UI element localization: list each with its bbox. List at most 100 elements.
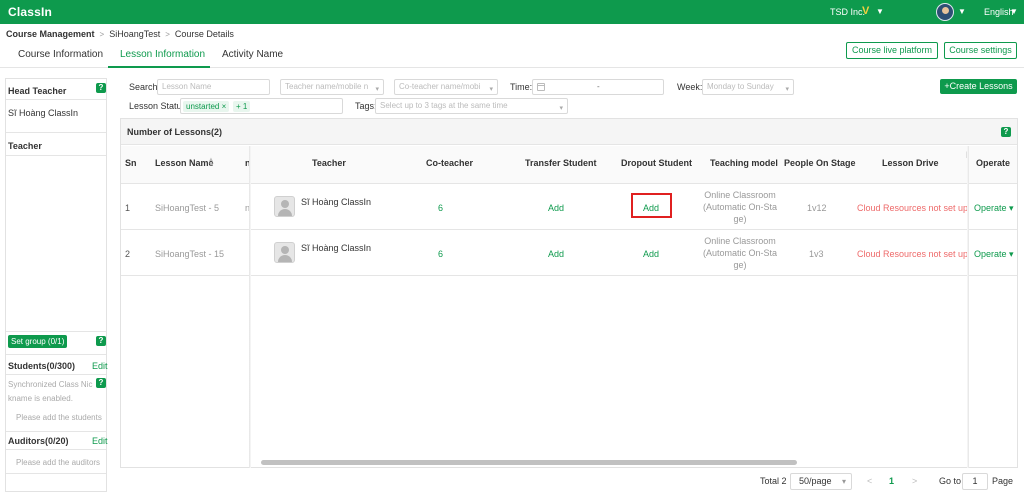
row-operate-dropdown[interactable]: Operate ▾	[974, 249, 1014, 260]
org-name[interactable]: TSD Inc.	[830, 7, 865, 17]
chevron-down-icon: ▾	[841, 477, 846, 486]
lesson-name-input[interactable]: Lesson Name	[157, 79, 270, 95]
dropout-add-highlight	[631, 193, 672, 218]
prev-page-button[interactable]: <	[867, 476, 872, 486]
edit-auditors-link[interactable]: Edit	[92, 436, 108, 446]
tab-activity-name[interactable]: Activity Name	[222, 49, 283, 60]
divider	[6, 354, 106, 355]
row-sn: 2	[125, 249, 131, 259]
org-caret-icon[interactable]: ▼	[876, 7, 884, 16]
edit-students-link[interactable]: Edit	[92, 361, 108, 371]
row-coteacher[interactable]: 6	[438, 203, 443, 213]
column-header-operate: Operate	[976, 158, 1011, 168]
row-teaching-model-line-3: ge)	[733, 214, 747, 224]
course-live-platform-button[interactable]: Course live platform	[846, 42, 938, 59]
breadcrumb-current: Course Details	[174, 29, 234, 39]
page-size-value: 50/page	[799, 476, 832, 486]
help-icon[interactable]: ?	[96, 83, 106, 93]
fixed-column-shadow	[967, 146, 969, 468]
next-page-button[interactable]: >	[912, 476, 917, 486]
column-header-teacher: Teacher	[312, 158, 346, 168]
teacher-avatar	[274, 196, 295, 217]
goto-label: Go to	[939, 476, 962, 486]
divider	[6, 473, 106, 474]
lessons-count-title: Number of Lessons(2)	[127, 127, 223, 137]
time-label: Time:	[510, 82, 533, 92]
close-icon[interactable]: ×	[222, 102, 227, 111]
lesson-status-select[interactable]: unstarted × + 1	[180, 98, 343, 114]
row-lesson-drive[interactable]: Cloud Resources not set up	[857, 203, 968, 213]
table-header-row: Sn Lesson Name ▲ ▼ n Teacher Co-teacher …	[121, 146, 1017, 184]
tags-label: Tags:	[355, 101, 377, 111]
chevron-down-icon: ▾	[559, 105, 563, 112]
user-avatar[interactable]	[936, 3, 954, 21]
create-lessons-button[interactable]: +Create Lessons	[940, 79, 1017, 94]
divider	[6, 155, 106, 156]
tab-lesson-information[interactable]: Lesson Information	[120, 49, 205, 60]
teacher-title: Teacher	[8, 141, 42, 151]
sort-icon[interactable]: ▲ ▼	[208, 157, 214, 168]
tags-select-placeholder: Select up to 3 tags at the same time	[380, 101, 508, 110]
row-teaching-model-line-3: ge)	[733, 260, 747, 270]
table-row: 2 SiHoangTest - 15 Sĩ Hoàng ClassIn 6 Ad…	[121, 230, 1017, 276]
auditors-title: Auditors(0/20)	[8, 436, 69, 446]
teacher-select[interactable]: Teacher name/mobile n ▾	[280, 79, 384, 95]
breadcrumb-separator: >	[99, 29, 105, 39]
teacher-avatar	[274, 242, 295, 263]
page-number-current[interactable]: 1	[889, 476, 894, 486]
status-more-chip: + 1	[233, 101, 251, 112]
row-lesson-name[interactable]: SiHoangTest - 15	[155, 249, 224, 259]
tags-select[interactable]: Select up to 3 tags at the same time ▾	[375, 98, 568, 114]
row-sn: 1	[125, 203, 131, 213]
row-transfer-add-link[interactable]: Add	[548, 249, 564, 259]
course-settings-button[interactable]: Course settings	[944, 42, 1017, 59]
row-operate-dropdown[interactable]: Operate ▾	[974, 203, 1014, 214]
page-size-select[interactable]: 50/page ▾	[790, 473, 852, 490]
lessons-table-panel: Number of Lessons(2) ? Sn Lesson Name ▲ …	[120, 118, 1018, 468]
row-teaching-model-line-1: Online Classroom	[704, 236, 776, 246]
language-caret-icon[interactable]: ▼	[1010, 7, 1018, 16]
column-header-transfer-student: Transfer Student	[525, 158, 597, 168]
time-range-picker[interactable]: -	[532, 79, 664, 95]
user-caret-icon[interactable]: ▼	[958, 7, 966, 16]
week-select[interactable]: Monday to Sunday ▾	[702, 79, 794, 95]
add-auditors-hint: Please add the auditors	[16, 458, 101, 467]
tab-course-information[interactable]: Course Information	[18, 49, 103, 60]
goto-page-input[interactable]: 1	[962, 473, 988, 490]
calendar-icon	[537, 83, 545, 91]
column-header-dropout-student: Dropout Student	[621, 158, 692, 168]
row-dropout-add-link[interactable]: Add	[643, 249, 659, 259]
teacher-select-placeholder: Teacher name/mobile n	[285, 82, 369, 91]
divider	[6, 431, 106, 432]
breadcrumb-separator: >	[165, 29, 170, 39]
pagination-total: Total 2	[760, 476, 787, 486]
help-icon[interactable]: ?	[96, 378, 106, 388]
divider	[6, 374, 106, 375]
row-transfer-add-link[interactable]: Add	[548, 203, 564, 213]
breadcrumb-course-management[interactable]: Course Management	[6, 29, 95, 39]
coteacher-select-placeholder: Co-teacher name/mobi	[399, 82, 481, 91]
search-label: Search:	[129, 82, 161, 92]
divider	[6, 331, 106, 332]
app-logo[interactable]: ClassIn	[8, 5, 52, 19]
row-coteacher[interactable]: 6	[438, 249, 443, 259]
create-lessons-label: Create Lessons	[949, 81, 1013, 91]
breadcrumb-course[interactable]: SiHoangTest	[109, 29, 160, 39]
column-header-people-on-stage: People On Stage	[784, 158, 856, 168]
breadcrumb: Course Management > SiHoangTest > Course…	[6, 28, 234, 40]
head-teacher-name: Sĩ Hoàng ClassIn	[8, 108, 79, 118]
help-icon[interactable]: ?	[96, 336, 106, 346]
row-lesson-name[interactable]: SiHoangTest - 5	[155, 203, 219, 213]
column-header-lesson-name[interactable]: Lesson Name	[155, 158, 214, 168]
divider	[6, 132, 106, 133]
status-chip-label: unstarted	[186, 102, 220, 111]
row-lesson-drive[interactable]: Cloud Resources not set up	[857, 249, 968, 259]
set-group-button[interactable]: Set group (0/1)	[8, 335, 68, 348]
coteacher-select[interactable]: Co-teacher name/mobi ▾	[394, 79, 498, 95]
page-label: Page	[992, 476, 1014, 486]
top-bar: ClassIn TSD Inc. V ▼ ▼ English ▼	[0, 0, 1024, 24]
help-icon[interactable]: ?	[1001, 127, 1011, 137]
column-header-teaching-model: Teaching model	[710, 158, 778, 168]
horizontal-scrollbar[interactable]	[261, 460, 797, 465]
chevron-down-icon: ▾	[489, 86, 493, 93]
